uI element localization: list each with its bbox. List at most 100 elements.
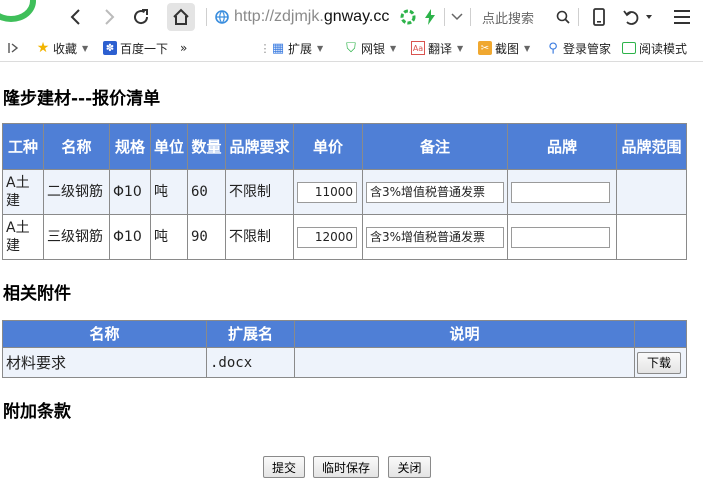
toolbar-separator xyxy=(470,8,471,26)
lightning-icon[interactable] xyxy=(420,3,440,31)
bookmark-login-manager[interactable]: ⚲ 登录管家 xyxy=(546,39,611,57)
mobile-icon[interactable] xyxy=(585,3,613,31)
attachments-title: 相关附件 xyxy=(3,284,71,304)
translate-icon: Aa xyxy=(411,41,425,55)
table-row: A土建 二级钢筋 Φ10 吨 60 不限制 11000 含3%增值税普通发票 xyxy=(2,169,687,215)
chevron-down-icon: ▼ xyxy=(317,43,324,53)
url-host: gnway.cc xyxy=(323,8,390,25)
brand-input[interactable] xyxy=(511,226,610,248)
brand-range-cell xyxy=(616,169,687,215)
book-icon xyxy=(622,42,636,54)
browser-toolbar: http://zdjmjk. gnway.cc 点此搜索 xyxy=(0,0,703,34)
remark-input[interactable]: 含3%增值税普通发票 xyxy=(366,181,504,203)
home-icon[interactable] xyxy=(167,3,195,31)
undo-icon[interactable] xyxy=(617,3,645,31)
name-cell: 三级钢筋 xyxy=(43,214,110,260)
price-cell: 12000 xyxy=(293,214,363,260)
remark-cell: 含3%增值税普通发票 xyxy=(362,214,508,260)
trade-cell: A土建 xyxy=(2,169,44,215)
attachment-name-cell: 材料要求 xyxy=(2,347,207,378)
paw-icon: ✽ xyxy=(103,41,117,55)
chevron-down-icon: ▼ xyxy=(390,43,397,53)
extra-terms-title: 附加条款 xyxy=(3,402,71,422)
bookmark-overflow[interactable]: » xyxy=(180,39,187,57)
attachment-desc-cell xyxy=(294,347,635,378)
attachments-table: 名称 扩展名 说明 材料要求 .docx 下载 xyxy=(2,320,687,378)
brand-cell xyxy=(507,214,617,260)
table-row: 材料要求 .docx 下载 xyxy=(2,347,687,378)
bookmark-screenshot[interactable]: ✂ 截图 ▼ xyxy=(478,39,530,57)
back-icon[interactable] xyxy=(62,3,90,31)
download-button[interactable]: 下载 xyxy=(637,351,681,374)
bookmark-bar: ★ 收藏 ▼ ✽ 百度一下 » ⋮ ▦ 扩展 ▼ ⛉ 网银 ▼ Aa 翻译 ▼ ✂ 截图… xyxy=(0,34,703,62)
column-header: 工种 xyxy=(2,123,44,170)
column-header: 品牌范围 xyxy=(616,123,687,170)
bookmark-reading-mode[interactable]: 阅读模式 xyxy=(622,39,687,57)
site-globe-icon xyxy=(214,9,230,25)
url-prefix: http://zdjmjk. xyxy=(234,8,324,25)
menu-icon[interactable] xyxy=(668,3,696,31)
brand-range-cell xyxy=(616,214,687,260)
puzzle-icon: ▦ xyxy=(271,40,285,56)
quote-table-header: 工种 名称 规格 单位 数量 品牌要求 单价 备注 品牌 品牌范围 xyxy=(2,123,687,170)
close-button[interactable]: 关闭 xyxy=(388,456,431,478)
bookmark-favorites[interactable]: ★ 收藏 ▼ xyxy=(36,39,88,57)
search-icon[interactable] xyxy=(552,3,574,31)
toolbar-separator xyxy=(206,8,207,26)
unit-cell: 吨 xyxy=(150,214,188,260)
column-header: 名称 xyxy=(2,320,207,348)
save-draft-button[interactable]: 临时保存 xyxy=(313,456,379,478)
scissors-icon: ✂ xyxy=(478,41,492,55)
chevron-down-icon: ▼ xyxy=(524,43,531,53)
brand-requirement-cell: 不限制 xyxy=(225,169,294,215)
bookmark-baidu[interactable]: ✽ 百度一下 xyxy=(103,39,168,57)
chevron-down-icon: ▼ xyxy=(457,43,464,53)
attachments-table-header: 名称 扩展名 说明 xyxy=(2,320,687,348)
remark-cell: 含3%增值税普通发票 xyxy=(362,169,508,215)
brand-cell xyxy=(507,169,617,215)
chevron-down-icon[interactable] xyxy=(448,3,466,31)
column-header: 规格 xyxy=(109,123,151,170)
column-header: 说明 xyxy=(294,320,635,348)
column-header: 扩展名 xyxy=(206,320,295,348)
price-input[interactable]: 11000 xyxy=(297,181,357,203)
browser-logo-icon xyxy=(0,0,36,22)
bookmark-ebank[interactable]: ⛉ 网银 ▼ xyxy=(344,39,396,57)
chevron-down-icon: ▼ xyxy=(82,43,89,53)
column-header: 名称 xyxy=(43,123,110,170)
sidebar-toggle-icon[interactable] xyxy=(8,39,20,57)
undo-menu-chevron-icon[interactable] xyxy=(642,3,656,31)
key-search-icon: ⚲ xyxy=(548,40,558,56)
unit-cell: 吨 xyxy=(150,169,188,215)
spec-cell: Φ10 xyxy=(109,214,151,260)
bookmark-translate[interactable]: Aa 翻译 ▼ xyxy=(411,39,463,57)
qty-cell: 60 xyxy=(187,169,226,215)
column-header: 品牌 xyxy=(507,123,617,170)
column-header: 单价 xyxy=(293,123,363,170)
table-row: A土建 三级钢筋 Φ10 吨 90 不限制 12000 含3%增值税普通发票 xyxy=(2,214,687,260)
column-header: 单位 xyxy=(150,123,188,170)
reload-icon[interactable] xyxy=(127,3,155,31)
shield-icon: ⛉ xyxy=(346,40,356,56)
forward-icon[interactable] xyxy=(95,3,123,31)
price-input[interactable]: 12000 xyxy=(297,226,357,248)
brand-input[interactable] xyxy=(511,181,610,203)
remark-input[interactable]: 含3%增值税普通发票 xyxy=(366,226,504,248)
quote-table: 工种 名称 规格 单位 数量 品牌要求 单价 备注 品牌 品牌范围 A土建 二级… xyxy=(2,123,687,260)
search-input[interactable]: 点此搜索 xyxy=(482,8,534,27)
spec-cell: Φ10 xyxy=(109,169,151,215)
submit-button[interactable]: 提交 xyxy=(263,456,305,478)
attachment-action-cell: 下载 xyxy=(634,347,687,378)
trade-cell: A土建 xyxy=(2,214,44,260)
column-header xyxy=(634,320,687,348)
page-title: 隆步建材---报价清单 xyxy=(3,89,161,109)
price-cell: 11000 xyxy=(293,169,363,215)
toolbar-separator xyxy=(578,8,579,26)
drag-handle-icon: ⋮ xyxy=(259,41,271,55)
bookmark-extensions[interactable]: ⋮ ▦ 扩展 ▼ xyxy=(259,39,324,57)
column-header: 品牌要求 xyxy=(225,123,294,170)
brand-requirement-cell: 不限制 xyxy=(225,214,294,260)
column-header: 数量 xyxy=(187,123,226,170)
security-shield-icon[interactable] xyxy=(398,3,418,31)
qty-cell: 90 xyxy=(187,214,226,260)
